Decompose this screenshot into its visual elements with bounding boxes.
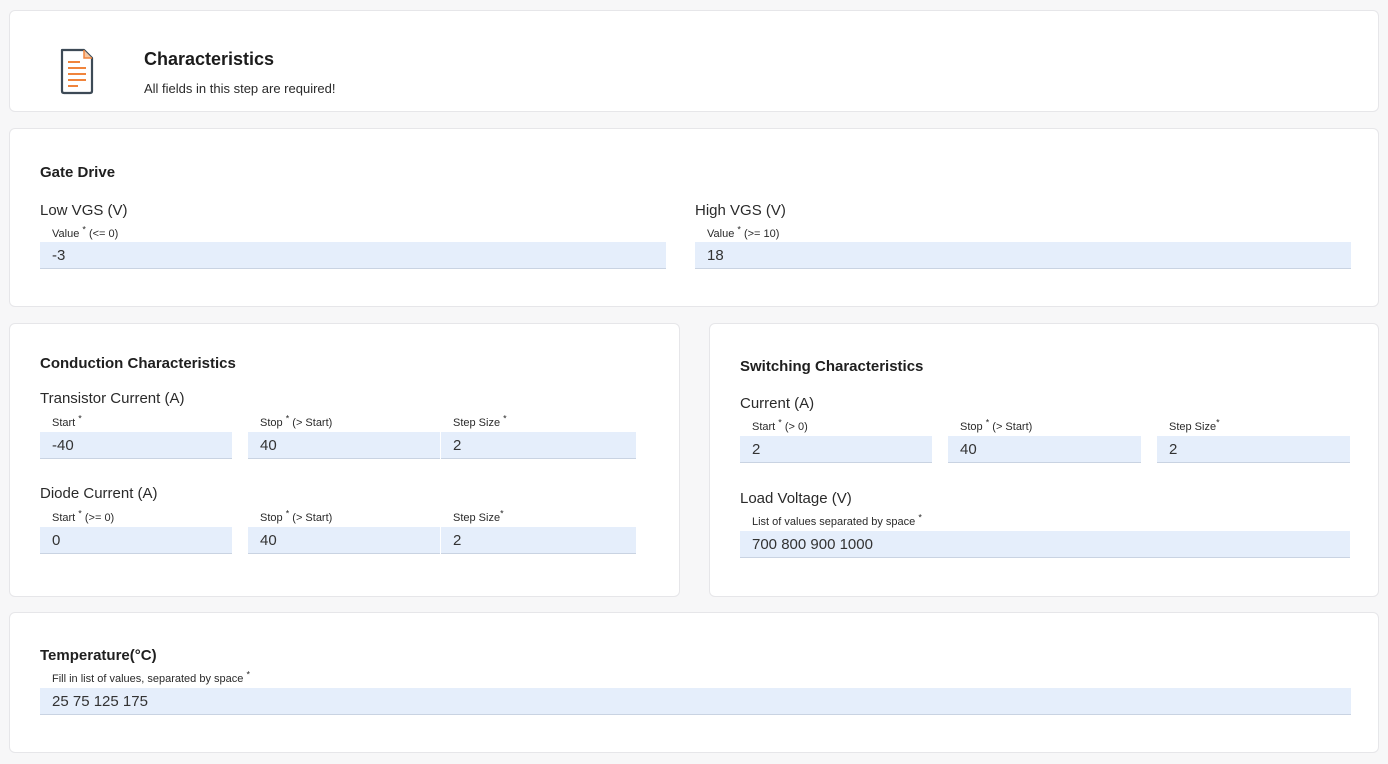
transistor-start-input[interactable] [40,432,232,459]
temperature-input[interactable] [40,688,1351,715]
high-vgs-field-label: Value * (>= 10) [707,224,780,240]
load-voltage-field-label: List of values separated by space * [752,512,922,528]
transistor-stop-label: Stop * (> Start) [260,413,333,429]
transistor-step-label: Step Size * [453,413,507,429]
diode-step-input[interactable] [441,527,636,554]
switching-stop-label: Stop * (> Start) [960,417,1033,433]
transistor-stop-input[interactable] [248,432,440,459]
diode-step-label: Step Size* [453,508,504,524]
switching-step-input[interactable] [1157,436,1350,463]
gate-drive-title: Gate Drive [40,164,116,181]
header-card: Characteristics All fields in this step … [9,10,1379,112]
page-title: Characteristics [144,49,275,69]
conduction-card: Conduction Characteristics Transistor Cu… [9,323,680,597]
switching-card: Switching Characteristics Current (A) St… [709,323,1379,597]
conduction-title: Conduction Characteristics [40,355,236,372]
transistor-step-input[interactable] [441,432,636,459]
high-vgs-label: High VGS (V) [695,202,786,219]
diode-stop-input[interactable] [248,527,440,554]
transistor-start-label: Start * [52,413,82,429]
switching-start-label: Start * (> 0) [752,417,808,433]
switching-stop-input[interactable] [948,436,1141,463]
low-vgs-input[interactable] [40,242,666,269]
switching-step-label: Step Size* [1169,417,1220,433]
low-vgs-field-label: Value * (<= 0) [52,224,119,240]
switching-current-label: Current (A) [740,395,815,412]
diode-current-label: Diode Current (A) [40,485,158,502]
transistor-current-label: Transistor Current (A) [40,390,185,407]
page-subtitle: All fields in this step are required! [144,81,336,96]
switching-title: Switching Characteristics [740,358,924,375]
load-voltage-input[interactable] [740,531,1350,558]
document-icon [60,48,94,95]
load-voltage-label: Load Voltage (V) [740,490,852,507]
temperature-field-label: Fill in list of values, separated by spa… [52,669,250,685]
temperature-title: Temperature(°C) [40,647,157,664]
diode-start-label: Start * (>= 0) [52,508,115,524]
high-vgs-input[interactable] [695,242,1351,269]
diode-stop-label: Stop * (> Start) [260,508,333,524]
switching-start-input[interactable] [740,436,932,463]
gate-drive-card: Gate Drive Low VGS (V) Value * (<= 0) Hi… [9,128,1379,307]
diode-start-input[interactable] [40,527,232,554]
low-vgs-label: Low VGS (V) [40,202,128,219]
temperature-card: Temperature(°C) Fill in list of values, … [9,612,1379,753]
